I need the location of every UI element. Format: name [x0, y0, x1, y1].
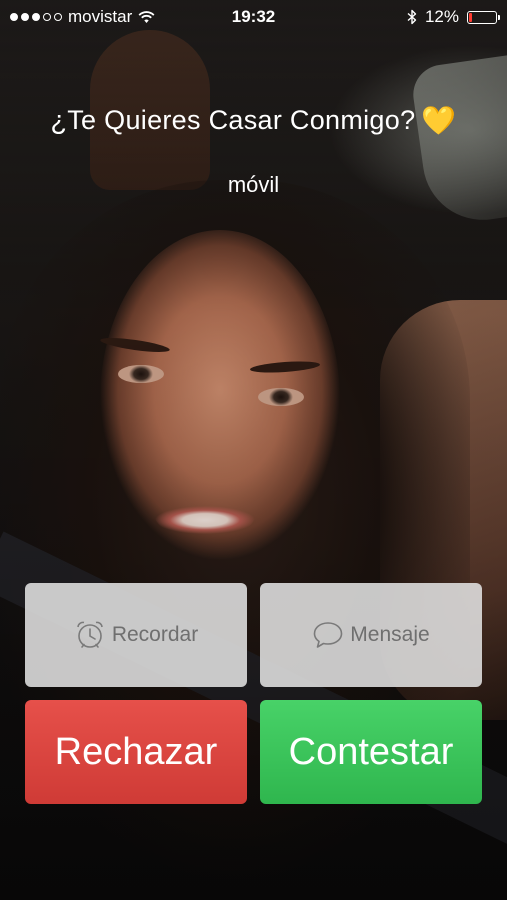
- battery-level: [469, 12, 473, 22]
- battery-percent: 12%: [424, 7, 459, 26]
- alarm-clock-icon: [74, 619, 106, 651]
- caller-name-text: ¿Te Quieres Casar Conmigo?: [50, 105, 416, 135]
- answer-call-label: Contestar: [288, 730, 454, 773]
- caller-name: ¿Te Quieres Casar Conmigo? 💛: [0, 104, 507, 137]
- remind-me-button[interactable]: Recordar: [25, 583, 247, 687]
- message-label: Mensaje: [350, 623, 430, 646]
- speech-bubble-icon: [312, 620, 344, 650]
- answer-call-button[interactable]: Contestar: [260, 700, 482, 804]
- incoming-call-screen: movistar 19:32 12% ¿Te Quieres Casar Con…: [0, 0, 507, 900]
- bluetooth-icon: [407, 9, 417, 25]
- decline-call-button[interactable]: Rechazar: [25, 700, 247, 804]
- decline-call-label: Rechazar: [54, 730, 218, 773]
- battery-icon: [467, 10, 500, 24]
- message-button[interactable]: Mensaje: [260, 583, 482, 687]
- remind-me-label: Recordar: [111, 623, 199, 646]
- yellow-heart-icon: 💛: [421, 105, 457, 136]
- caller-number-label: móvil: [227, 172, 280, 197]
- status-bar: movistar 19:32 12%: [0, 0, 507, 34]
